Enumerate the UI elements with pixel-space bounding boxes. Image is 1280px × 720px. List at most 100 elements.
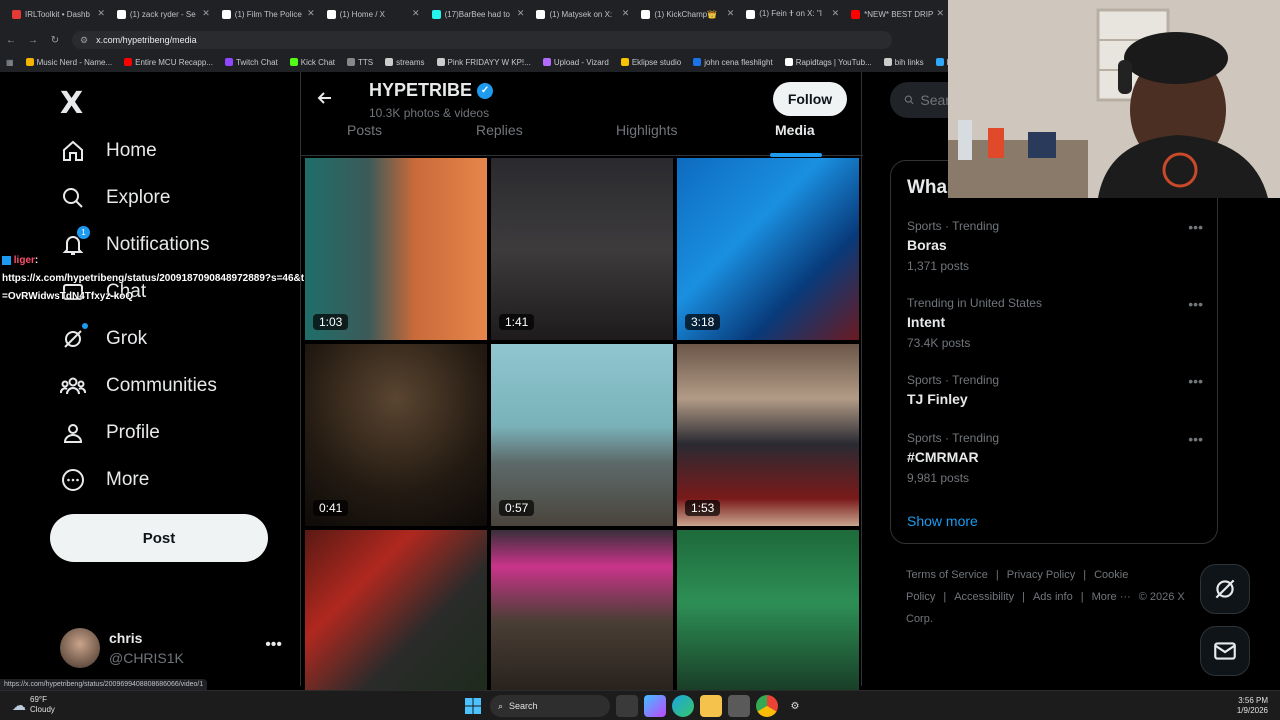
bookmark-item[interactable]: TTS <box>346 58 373 67</box>
footer-link[interactable]: Ads info <box>1033 591 1073 603</box>
tab-close-icon[interactable]: ✕ <box>307 8 315 19</box>
browser-tab[interactable]: (1) Film The Police ✕ <box>216 2 319 26</box>
tab-close-icon[interactable]: ✕ <box>202 8 210 19</box>
file-explorer-icon[interactable] <box>700 695 722 717</box>
edge-icon[interactable] <box>672 695 694 717</box>
media-tile[interactable]: 1:53 <box>677 344 859 526</box>
footer-link[interactable]: Accessibility <box>954 591 1014 603</box>
account-more-icon[interactable]: ••• <box>265 636 282 654</box>
weather-widget[interactable]: ☁ 69°F Cloudy <box>12 695 55 715</box>
search-input[interactable]: Sear <box>890 82 950 118</box>
media-tile[interactable]: 0:57 <box>491 344 673 526</box>
tab-close-icon[interactable]: ✕ <box>517 8 525 19</box>
trend-more-icon[interactable]: ••• <box>1188 219 1203 235</box>
media-tile[interactable]: 0:41 <box>305 344 487 526</box>
left-nav: X Home Explore 1 Notifications Chat Grok <box>0 72 300 686</box>
x-logo[interactable]: X <box>60 86 83 121</box>
reload-icon[interactable]: ↻ <box>44 35 66 46</box>
bookmark-item[interactable]: Photop <box>935 58 948 67</box>
footer-link[interactable]: More ··· <box>1092 591 1131 603</box>
store-icon[interactable] <box>728 695 750 717</box>
follow-button[interactable]: Follow <box>773 82 847 116</box>
bookmark-item[interactable]: Kick Chat <box>289 58 335 67</box>
nav-item-home[interactable]: Home <box>60 138 157 164</box>
trend-item[interactable]: Trending in United States Intent 73.4K p… <box>907 296 1207 350</box>
chrome-icon[interactable] <box>756 695 778 717</box>
video-duration: 0:41 <box>313 500 349 516</box>
account-switcher[interactable]: chris @CHRIS1K ••• <box>60 628 290 668</box>
trend-more-icon[interactable]: ••• <box>1188 373 1203 389</box>
show-more-link[interactable]: Show more <box>907 513 978 529</box>
browser-tab[interactable]: (1) KickChamp👑 ✕ <box>635 2 738 26</box>
search-icon: ⌕ <box>498 700 504 711</box>
browser-tab[interactable]: (1) Fein 🕇 on X: "I ✕ <box>740 2 843 26</box>
footer-link[interactable]: Privacy Policy <box>1007 569 1075 581</box>
settings-icon[interactable]: ⚙ <box>784 695 806 717</box>
url-text: x.com/hypetribeng/media <box>96 35 197 45</box>
bookmark-item[interactable]: Upload - Vizard <box>542 58 609 67</box>
grok-float-button[interactable] <box>1200 564 1250 614</box>
browser-tab[interactable]: (1) Matysek on X: ✕ <box>530 2 633 26</box>
nav-item-communities[interactable]: Communities <box>60 373 217 399</box>
media-tile[interactable]: 1:41 <box>491 158 673 340</box>
trend-item[interactable]: Sports · Trending Boras 1,371 posts ••• <box>907 219 1207 273</box>
media-tile[interactable] <box>305 530 487 712</box>
tab-close-icon[interactable]: ✕ <box>936 8 944 19</box>
footer-separator: | <box>1080 591 1084 603</box>
bookmark-item[interactable]: Entire MCU Recapp... <box>124 58 213 67</box>
tab-close-icon[interactable]: ✕ <box>832 8 840 19</box>
browser-tab[interactable]: IRLToolkit • Dashb ✕ <box>6 2 109 26</box>
tab-replies[interactable]: Replies <box>476 122 523 138</box>
messages-float-button[interactable] <box>1200 626 1250 676</box>
bookmark-item[interactable]: bih links <box>883 58 924 67</box>
back-nav-icon[interactable]: ← <box>0 35 22 46</box>
taskbar-search[interactable]: ⌕ Search <box>490 695 610 717</box>
tab-close-icon[interactable]: ✕ <box>727 8 735 19</box>
taskbar-clock[interactable]: 3:56 PM 1/9/2026 <box>1237 696 1268 716</box>
media-tile[interactable]: 1:03 <box>305 158 487 340</box>
media-tile[interactable] <box>491 530 673 712</box>
forward-nav-icon[interactable]: → <box>22 35 44 46</box>
task-view-icon[interactable] <box>616 695 638 717</box>
bookmark-item[interactable]: Rapidtags | YouTub... <box>784 58 872 67</box>
url-input[interactable]: ⚙ x.com/hypetribeng/media <box>72 31 892 49</box>
nav-item-explore[interactable]: Explore <box>60 185 170 211</box>
post-button[interactable]: Post <box>50 514 268 562</box>
windows-start-icon[interactable] <box>462 695 484 717</box>
bookmark-item[interactable]: Eklipse studio <box>620 58 681 67</box>
trend-posts: 9,981 posts <box>907 471 970 485</box>
browser-tab[interactable]: (1) Home / X ✕ <box>321 2 424 26</box>
browser-tab[interactable]: *NEW* BEST DRIP ✕ <box>845 2 948 26</box>
tab-favicon-icon <box>746 9 756 19</box>
copilot-icon[interactable] <box>644 695 666 717</box>
browser-tab[interactable]: (17)BarBee had to ✕ <box>426 2 529 26</box>
apps-grid-icon[interactable]: ▦ <box>6 58 14 67</box>
tab-media[interactable]: Media <box>775 122 815 138</box>
trend-item[interactable]: Sports · Trending TJ Finley ••• <box>907 373 1207 407</box>
bookmark-item[interactable]: Twitch Chat <box>224 58 278 67</box>
tab-posts[interactable]: Posts <box>347 122 382 138</box>
bookmark-favicon-icon <box>784 58 793 66</box>
media-tile[interactable] <box>677 530 859 712</box>
bookmark-item[interactable]: Pink FRIDAYY W KP!... <box>436 58 531 67</box>
media-tile[interactable]: 3:18 <box>677 158 859 340</box>
tab-close-icon[interactable]: ✕ <box>412 8 420 19</box>
site-info-icon[interactable]: ⚙ <box>80 35 88 46</box>
tab-close-icon[interactable]: ✕ <box>622 8 630 19</box>
tab-highlights[interactable]: Highlights <box>616 122 677 138</box>
trend-more-icon[interactable]: ••• <box>1188 431 1203 447</box>
trend-more-icon[interactable]: ••• <box>1188 296 1203 312</box>
back-arrow-icon[interactable] <box>317 90 333 111</box>
browser-tab[interactable]: (1) zack ryder - Se ✕ <box>111 2 214 26</box>
nav-item-grok[interactable]: Grok <box>60 323 147 352</box>
trend-item[interactable]: Sports · Trending #CMRMAR 9,981 posts ••… <box>907 431 1207 485</box>
bookmark-item[interactable]: john cena fleshlight <box>693 58 773 67</box>
tab-close-icon[interactable]: ✕ <box>97 8 105 19</box>
bookmark-item[interactable]: streams <box>385 58 425 67</box>
nav-item-more[interactable]: More <box>60 467 149 493</box>
footer-link[interactable]: Terms of Service <box>906 569 988 581</box>
video-duration: 0:57 <box>499 500 535 516</box>
bookmark-item[interactable]: Music Nerd - Name... <box>25 58 112 67</box>
nav-item-profile[interactable]: Profile <box>60 420 160 446</box>
notification-badge: 1 <box>77 226 90 239</box>
